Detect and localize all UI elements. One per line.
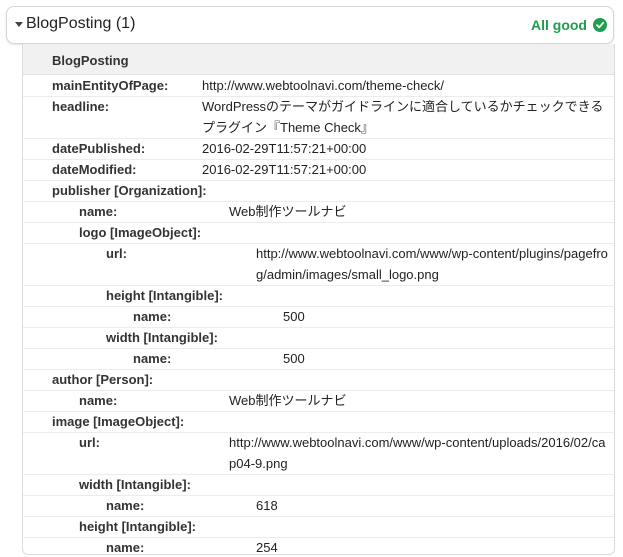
property-row: name: 618	[23, 495, 614, 517]
property-key: width [Intangible]:	[106, 330, 218, 345]
property-key: name:	[106, 498, 145, 513]
check-circle-icon	[593, 18, 607, 32]
property-row: datePublished: 2016-02-29T11:57:21+00:00	[23, 138, 614, 160]
result-card-header[interactable]: BlogPosting (1) All good	[6, 6, 614, 44]
property-key: dateModified:	[52, 162, 137, 177]
property-value: Web制作ツールナビ	[229, 393, 347, 408]
property-key: headline:	[52, 99, 110, 114]
property-key: height [Intangible]:	[79, 519, 196, 534]
property-value: 2016-02-29T11:57:21+00:00	[202, 141, 367, 156]
property-key: name:	[133, 351, 172, 366]
property-value: 500	[283, 309, 305, 324]
property-value: http://www.webtoolnavi.com/theme-check/	[202, 78, 445, 93]
property-key: name:	[106, 540, 145, 555]
property-row: author [Person]:	[23, 369, 614, 391]
status-label: All good	[531, 17, 587, 33]
property-row: height [Intangible]:	[23, 285, 614, 307]
property-value: http://www.webtoolnavi.com/www/wp-conten…	[229, 435, 606, 471]
property-row: dateModified: 2016-02-29T11:57:21+00:00	[23, 159, 614, 181]
property-key: mainEntityOfPage:	[52, 78, 169, 93]
property-row: url: http://www.webtoolnavi.com/www/wp-co…	[23, 243, 614, 286]
property-key: image [ImageObject]:	[52, 414, 185, 429]
property-key: datePublished:	[52, 141, 146, 156]
property-value: 618	[256, 498, 278, 513]
property-key: publisher [Organization]:	[52, 183, 207, 198]
caret-down-icon[interactable]	[15, 22, 23, 27]
property-key: name:	[79, 393, 118, 408]
property-key: height [Intangible]:	[106, 288, 223, 303]
property-row: name: 254	[23, 537, 614, 555]
property-row: headline: WordPressのテーマがガイドラインに適合しているかチェッ…	[23, 96, 614, 139]
property-row: mainEntityOfPage: http://www.webtoolnavi.…	[23, 75, 614, 97]
property-key: url:	[79, 435, 100, 450]
property-row: name: Web制作ツールナビ	[23, 390, 614, 412]
property-row: width [Intangible]:	[23, 327, 614, 349]
property-value: Web制作ツールナビ	[229, 204, 347, 219]
property-row: image [ImageObject]:	[23, 411, 614, 433]
panel-header: BlogPosting	[23, 44, 614, 75]
property-row: logo [ImageObject]:	[23, 222, 614, 244]
property-key: url:	[106, 246, 127, 261]
panel-title: BlogPosting	[52, 53, 129, 68]
item-type-title[interactable]: BlogPosting (1)	[26, 15, 135, 33]
property-row: name: 500	[23, 306, 614, 328]
property-row: name: 500	[23, 348, 614, 370]
property-row: publisher [Organization]:	[23, 180, 614, 202]
property-value: 2016-02-29T11:57:21+00:00	[202, 162, 367, 177]
property-value: WordPressのテーマがガイドラインに適合しているかチェックできるプラグイン…	[202, 99, 604, 135]
property-key: logo [ImageObject]:	[79, 225, 202, 240]
property-row: name: Web制作ツールナビ	[23, 201, 614, 223]
property-value: 500	[283, 351, 305, 366]
property-key: author [Person]:	[52, 372, 154, 387]
property-value: http://www.webtoolnavi.com/www/wp-conten…	[256, 246, 608, 282]
property-row: height [Intangible]:	[23, 516, 614, 538]
property-row: width [Intangible]:	[23, 474, 614, 496]
property-key: name:	[133, 309, 172, 324]
property-value: 254	[256, 540, 278, 555]
properties-panel: BlogPosting mainEntityOfPage: http://www.…	[22, 44, 615, 555]
property-key: name:	[79, 204, 118, 219]
property-row: url: http://www.webtoolnavi.com/www/wp-co…	[23, 432, 614, 475]
property-key: width [Intangible]:	[79, 477, 191, 492]
